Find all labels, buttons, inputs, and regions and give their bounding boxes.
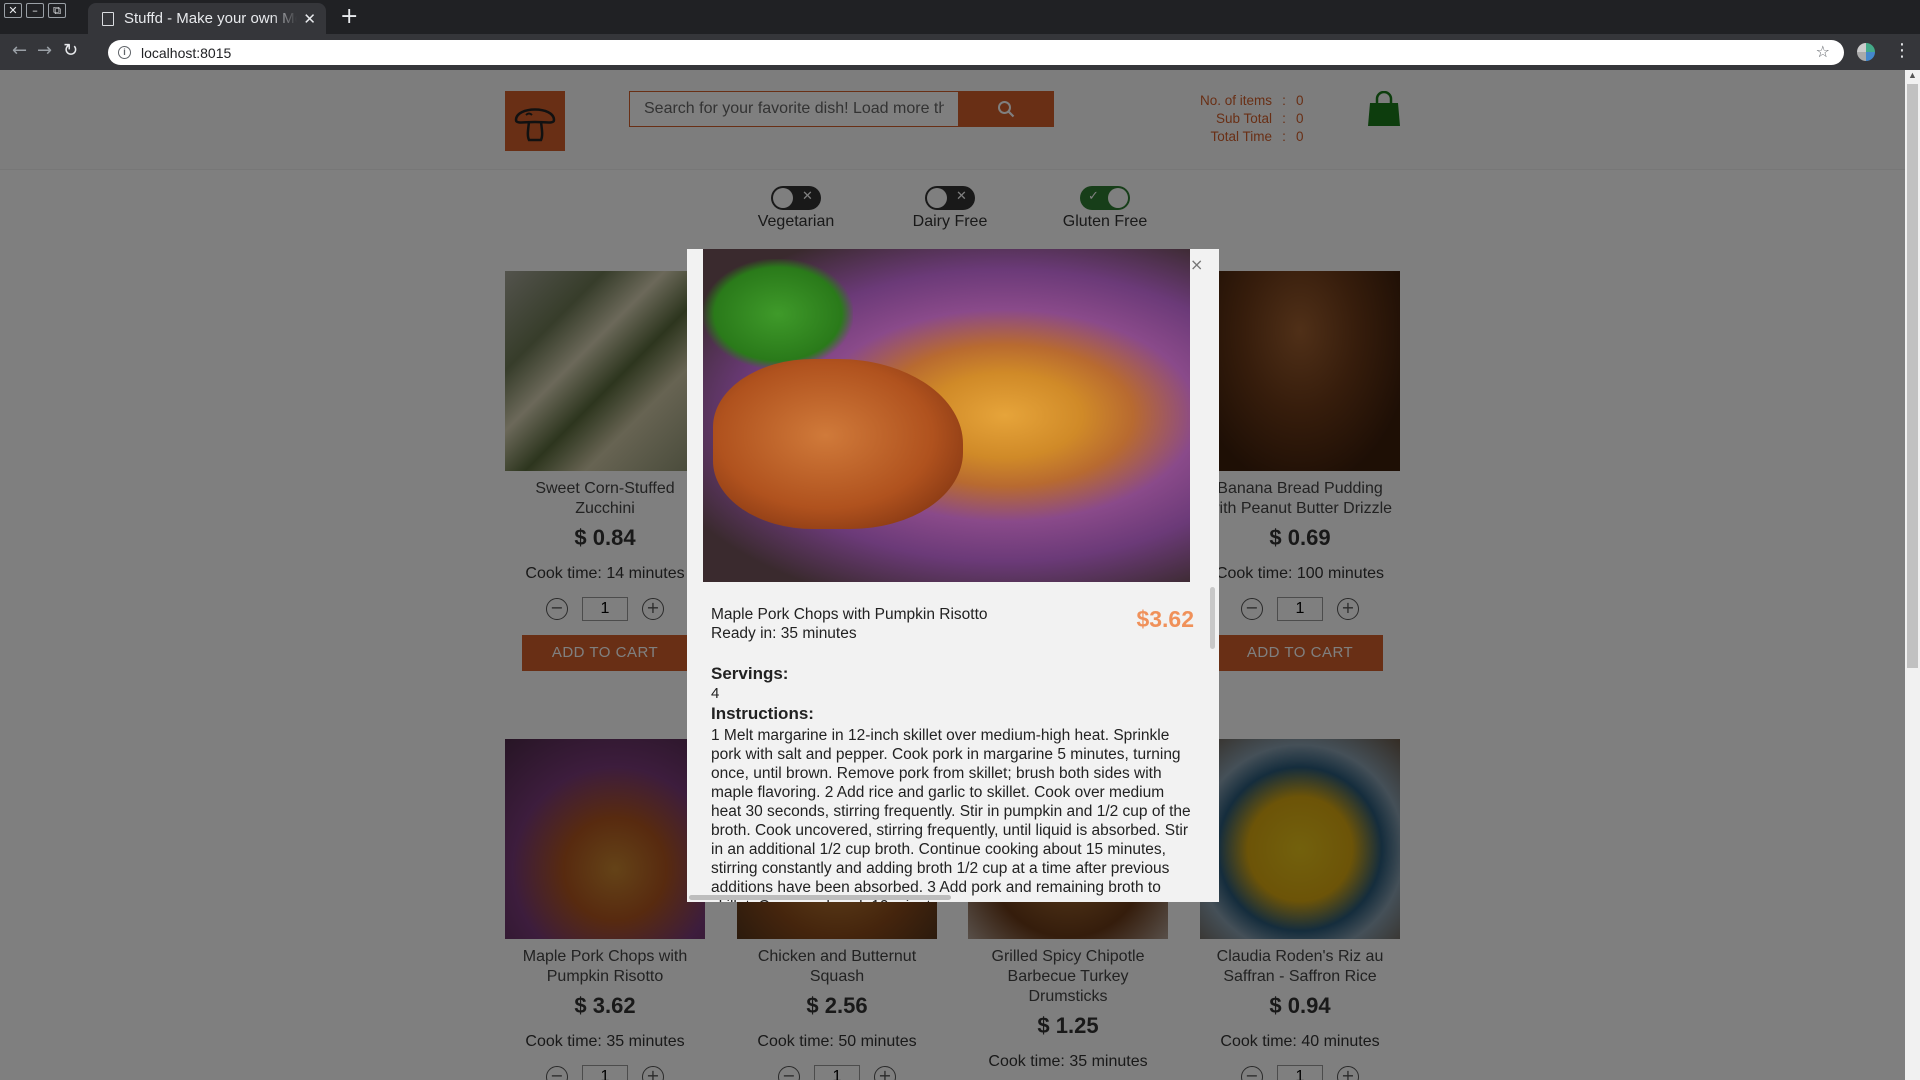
- tab-close-icon[interactable]: ✕: [303, 10, 316, 28]
- scroll-up-icon[interactable]: ▲: [1908, 70, 1917, 80]
- recipe-detail-modal: × Maple Pork Chops with Pumpkin Risotto …: [687, 249, 1219, 902]
- page-scrollbar[interactable]: ▲: [1905, 70, 1920, 1080]
- browser-tab[interactable]: Stuffd - Make your own Meal ✕: [88, 3, 326, 34]
- recipe-detail-price: $3.62: [1136, 606, 1194, 632]
- url-text: localhost:8015: [141, 44, 232, 61]
- back-icon[interactable]: ←: [12, 40, 27, 61]
- reload-icon[interactable]: ↻: [63, 40, 78, 61]
- bookmark-star-icon[interactable]: ☆: [1816, 42, 1830, 61]
- servings-value: 4: [711, 685, 720, 702]
- forward-icon[interactable]: →: [37, 40, 52, 61]
- page: No. of items : 0 Sub Total : 0 Total Tim…: [0, 70, 1905, 1080]
- profile-avatar-icon[interactable]: [1857, 43, 1875, 61]
- window-minimize-icon[interactable]: –: [26, 3, 44, 18]
- browser-titlebar: ✕ – ⧉ Stuffd - Make your own Meal ✕ +: [0, 0, 1920, 34]
- instructions-heading: Instructions:: [711, 704, 814, 723]
- tab-title: Stuffd - Make your own Meal: [124, 10, 298, 27]
- modal-vertical-scrollbar[interactable]: [1210, 587, 1215, 649]
- browser-menu-icon[interactable]: ⋮: [1893, 40, 1911, 61]
- recipe-detail-name: Maple Pork Chops with Pumpkin Risotto: [711, 606, 988, 623]
- window-controls: ✕ – ⧉: [4, 3, 66, 18]
- instructions-text: 1 Melt margarine in 12-inch skillet over…: [711, 727, 1191, 902]
- window-close-icon[interactable]: ✕: [4, 3, 22, 18]
- address-bar[interactable]: i localhost:8015 ☆: [108, 40, 1844, 65]
- recipe-detail-image: [703, 249, 1190, 582]
- recipe-detail-ready-time: Ready in: 35 minutes: [711, 625, 857, 642]
- modal-horizontal-scrollbar[interactable]: [689, 895, 951, 900]
- page-icon: [102, 11, 114, 26]
- new-tab-icon[interactable]: +: [340, 4, 358, 29]
- info-icon[interactable]: i: [118, 46, 131, 59]
- close-icon[interactable]: ×: [1190, 255, 1203, 274]
- window-maximize-icon[interactable]: ⧉: [48, 3, 66, 18]
- servings-heading: Servings:: [711, 664, 789, 683]
- scrollbar-thumb[interactable]: [1907, 84, 1918, 668]
